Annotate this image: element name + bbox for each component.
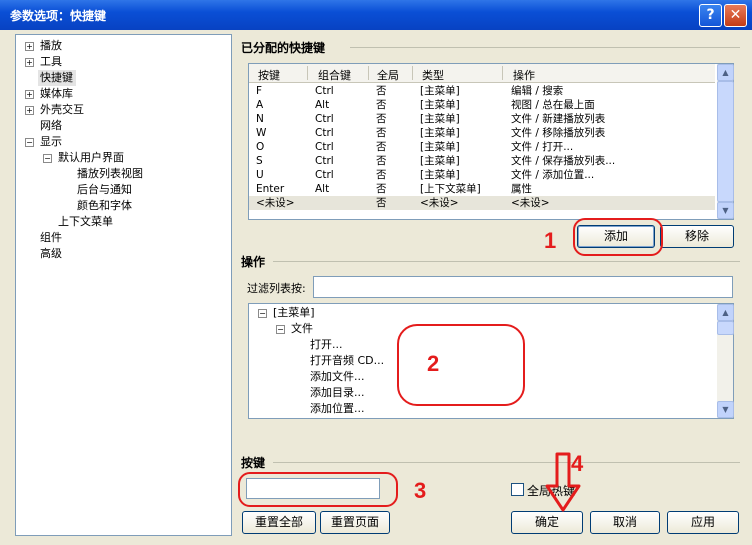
collapse-icon[interactable]: − <box>258 309 267 318</box>
annotation-box-2 <box>397 324 525 406</box>
tree-item-add-location[interactable]: 添加位置... <box>310 401 365 417</box>
tree-item-background-notify[interactable]: 后台与通知 <box>77 182 132 198</box>
filter-input[interactable] <box>313 276 733 298</box>
list-header: 按键 组合键 全局 类型 操作 <box>249 64 715 83</box>
table-row[interactable]: O Ctrl 否 [主菜单] 文件 / 打开... <box>249 140 715 154</box>
tree-item-add-files[interactable]: 添加文件... <box>310 369 365 385</box>
ok-button[interactable]: 确定 <box>511 511 583 534</box>
table-row[interactable]: F Ctrl 否 [主菜单] 编辑 / 搜索 <box>249 84 715 98</box>
tree-item-colors-fonts[interactable]: 颜色和字体 <box>77 198 132 214</box>
vertical-scrollbar[interactable]: ▲ ▼ <box>717 304 734 418</box>
global-hotkey-checkbox[interactable] <box>511 483 524 496</box>
divider <box>273 462 740 463</box>
expand-icon[interactable]: + <box>25 42 34 51</box>
tree-item-context-menu[interactable]: 上下文菜单 <box>58 214 113 230</box>
vertical-scrollbar[interactable]: ▲ ▼ <box>717 64 734 219</box>
scroll-down-icon[interactable]: ▼ <box>717 202 734 219</box>
window-title: 参数选项：快捷键 <box>10 9 107 23</box>
column-separator[interactable] <box>502 66 503 80</box>
scroll-up-icon[interactable]: ▲ <box>717 304 734 321</box>
tree-item-add-folder[interactable]: 添加目录... <box>310 385 365 401</box>
scroll-thumb[interactable] <box>717 81 734 202</box>
column-header-modifier[interactable]: 组合键 <box>318 67 351 83</box>
preferences-window: 参数选项：快捷键 ? ✕ + 播放 + 工具 快捷键 + 媒体库 + 外壳交互 … <box>0 0 752 545</box>
reset-all-button[interactable]: 重置全部 <box>242 511 316 534</box>
column-header-action[interactable]: 操作 <box>513 67 535 83</box>
key-heading: 按键 <box>241 456 266 470</box>
annotation-box-1 <box>573 218 663 256</box>
annotation-number-2: 2 <box>427 351 440 376</box>
scroll-up-icon[interactable]: ▲ <box>717 64 734 81</box>
column-header-key[interactable]: 按键 <box>258 67 280 83</box>
column-separator[interactable] <box>307 66 308 80</box>
collapse-icon[interactable]: − <box>276 325 285 334</box>
expand-icon[interactable]: + <box>25 90 34 99</box>
annotation-number-3: 3 <box>414 478 427 503</box>
table-row[interactable]: N Ctrl 否 [主菜单] 文件 / 新建播放列表 <box>249 112 715 126</box>
table-row[interactable]: <未设> 否 <未设> <未设> <box>249 196 715 210</box>
annotation-number-1: 1 <box>544 228 557 253</box>
filter-label: 过滤列表按: <box>247 282 306 295</box>
table-row[interactable]: A Alt 否 [主菜单] 视图 / 总在最上面 <box>249 98 715 112</box>
remove-button[interactable]: 移除 <box>660 225 734 248</box>
scroll-down-icon[interactable]: ▼ <box>717 401 734 418</box>
collapse-icon[interactable]: − <box>43 154 52 163</box>
expand-icon[interactable]: + <box>25 58 34 67</box>
tree-item-components[interactable]: 组件 <box>40 230 62 246</box>
table-row[interactable]: W Ctrl 否 [主菜单] 文件 / 移除播放列表 <box>249 126 715 140</box>
tree-item-playlist-view[interactable]: 播放列表视图 <box>77 166 143 182</box>
assigned-shortcuts-list[interactable]: 按键 组合键 全局 类型 操作 F Ctrl 否 [主菜单] 编辑 / 搜索 A… <box>248 63 734 220</box>
scroll-thumb[interactable] <box>717 321 734 335</box>
column-header-type[interactable]: 类型 <box>422 67 444 83</box>
divider <box>273 261 740 262</box>
annotation-box-3 <box>238 472 398 507</box>
collapse-icon[interactable]: − <box>25 138 34 147</box>
column-separator[interactable] <box>368 66 369 80</box>
tree-item-open-audio-cd[interactable]: 打开音频 CD... <box>310 353 384 369</box>
help-button[interactable]: ? <box>699 4 722 27</box>
column-separator[interactable] <box>412 66 413 80</box>
expand-icon[interactable]: + <box>25 106 34 115</box>
tree-item-network[interactable]: 网络 <box>40 118 62 134</box>
tree-item-shortcuts[interactable]: 快捷键 <box>38 70 76 86</box>
actions-heading: 操作 <box>241 255 266 269</box>
table-row[interactable]: U Ctrl 否 [主菜单] 文件 / 添加位置... <box>249 168 715 182</box>
divider <box>350 47 740 48</box>
apply-button[interactable]: 应用 <box>667 511 739 534</box>
cancel-button[interactable]: 取消 <box>590 511 660 534</box>
annotation-number-4: 4 <box>571 451 584 476</box>
preferences-tree: + 播放 + 工具 快捷键 + 媒体库 + 外壳交互 网络 − 显示 − 默认用… <box>15 34 232 536</box>
tree-item-advanced[interactable]: 高级 <box>40 246 62 262</box>
close-button[interactable]: ✕ <box>724 4 747 27</box>
title-bar[interactable]: 参数选项：快捷键 ? ✕ <box>0 0 752 30</box>
table-row[interactable]: S Ctrl 否 [主菜单] 文件 / 保存播放列表... <box>249 154 715 168</box>
tree-item-open[interactable]: 打开... <box>310 337 343 353</box>
assigned-shortcuts-heading: 已分配的快捷键 <box>241 41 326 55</box>
column-header-global[interactable]: 全局 <box>377 67 399 83</box>
table-row[interactable]: Enter Alt 否 [上下文菜单] 属性 <box>249 182 715 196</box>
reset-page-button[interactable]: 重置页面 <box>320 511 390 534</box>
